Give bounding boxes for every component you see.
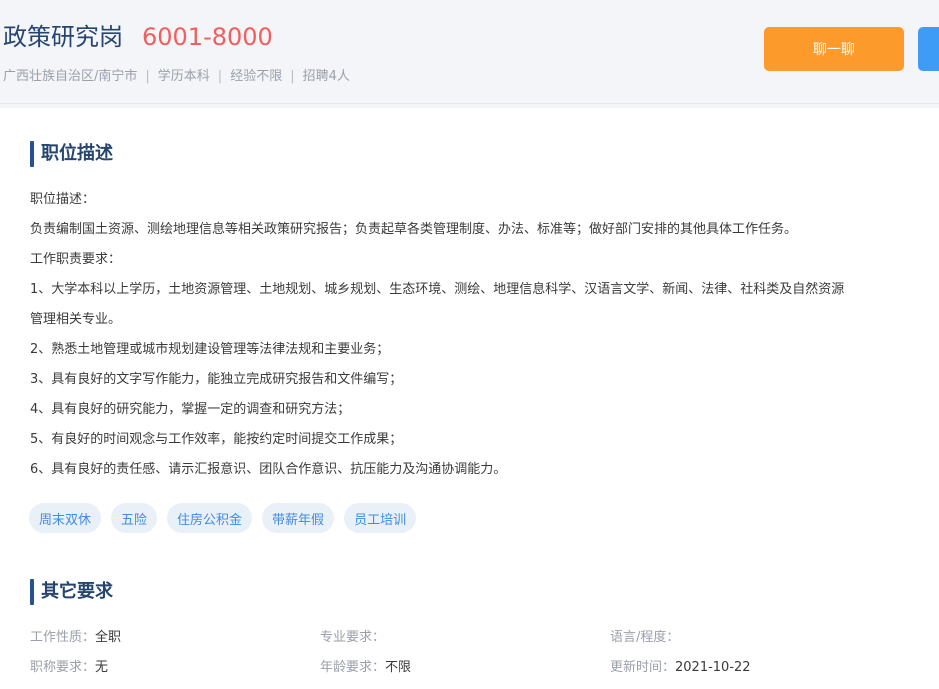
description-line: 1、大学本科以上学历，土地资源管理、土地规划、城乡规划、生态环境、测绘、地理信息…: [30, 282, 845, 297]
description-line: 职位描述：: [30, 192, 96, 207]
section-title-other-requirements: 其它要求: [30, 579, 113, 605]
benefit-tags: 周末双休 五险 住房公积金 带薪年假 员工培训: [29, 503, 417, 533]
requirement-value: 不限: [385, 660, 412, 675]
requirement-updated: 更新时间： 2021-10-22: [610, 653, 900, 683]
description-line: 3、具有良好的文字写作能力，能独立完成研究报告和文件编写；: [30, 372, 403, 387]
job-title: 政策研究岗: [3, 23, 123, 51]
description-line: 管理相关专业。: [30, 312, 122, 327]
apply-button[interactable]: [918, 27, 939, 71]
requirement-label: 语言/程度：: [610, 630, 680, 645]
job-meta: 广西壮族自治区/南宁市 | 学历本科 | 经验不限 | 招聘4人: [3, 67, 350, 87]
job-header: 政策研究岗 6001-8000 广西壮族自治区/南宁市 | 学历本科 | 经验不…: [0, 0, 939, 104]
requirement-work-type: 工作性质： 全职: [30, 623, 320, 653]
benefit-tag: 住房公积金: [167, 503, 253, 533]
requirement-label: 专业要求：: [320, 630, 386, 645]
meta-separator: |: [290, 69, 295, 84]
requirement-value: 2021-10-22: [675, 660, 751, 675]
requirement-major: 专业要求：: [320, 623, 610, 653]
description-line: 6、具有良好的责任感、请示汇报意识、团队合作意识、抗压能力及沟通协调能力。: [30, 462, 507, 477]
requirements-row: 职称要求： 无 年龄要求： 不限 更新时间： 2021-10-22: [30, 653, 920, 683]
description-line: 负责编制国土资源、测绘地理信息等相关政策研究报告；负责起草各类管理制度、办法、标…: [30, 222, 798, 237]
requirements-row: 工作性质： 全职 专业要求： 语言/程度：: [30, 623, 920, 653]
requirement-title: 职称要求： 无: [30, 653, 320, 683]
job-education: 学历本科: [157, 69, 210, 84]
requirement-value: 无: [95, 660, 109, 675]
job-location: 广西壮族自治区/南宁市: [3, 69, 138, 84]
benefit-tag: 员工培训: [344, 503, 417, 533]
salary-range: 6001-8000: [142, 23, 273, 51]
meta-separator: |: [217, 69, 223, 84]
requirement-label: 更新时间：: [610, 660, 676, 675]
requirement-language: 语言/程度：: [610, 623, 900, 653]
description-line: 5、有良好的时间观念与工作效率，能按约定时间提交工作成果；: [30, 432, 403, 447]
meta-separator: |: [145, 69, 150, 84]
section-title-description: 职位描述: [30, 141, 113, 167]
chat-button[interactable]: 聊一聊: [764, 27, 904, 71]
job-headcount: 招聘4人: [302, 69, 350, 84]
requirement-label: 工作性质：: [30, 630, 96, 645]
description-line: 4、具有良好的研究能力，掌握一定的调查和研究方法；: [30, 402, 351, 417]
other-requirements-grid: 工作性质： 全职 专业要求： 语言/程度： 职称要求： 无 年龄要求： 不限 更…: [30, 623, 920, 683]
requirement-age: 年龄要求： 不限: [320, 653, 610, 683]
job-detail-card: 职位描述 职位描述： 负责编制国土资源、测绘地理信息等相关政策研究报告；负责起草…: [0, 108, 939, 689]
benefit-tag: 带薪年假: [262, 503, 335, 533]
benefit-tag: 周末双休: [29, 503, 102, 533]
job-experience: 经验不限: [230, 69, 283, 84]
benefit-tag: 五险: [111, 503, 158, 533]
requirement-value: 全职: [95, 630, 122, 645]
requirement-label: 年龄要求：: [320, 660, 386, 675]
description-line: 2、熟悉土地管理或城市规划建设管理等法律法规和主要业务；: [30, 342, 390, 357]
job-description: 职位描述： 负责编制国土资源、测绘地理信息等相关政策研究报告；负责起草各类管理制…: [30, 185, 920, 485]
requirement-label: 职称要求：: [30, 660, 96, 675]
description-line: 工作职责要求：: [30, 252, 122, 267]
